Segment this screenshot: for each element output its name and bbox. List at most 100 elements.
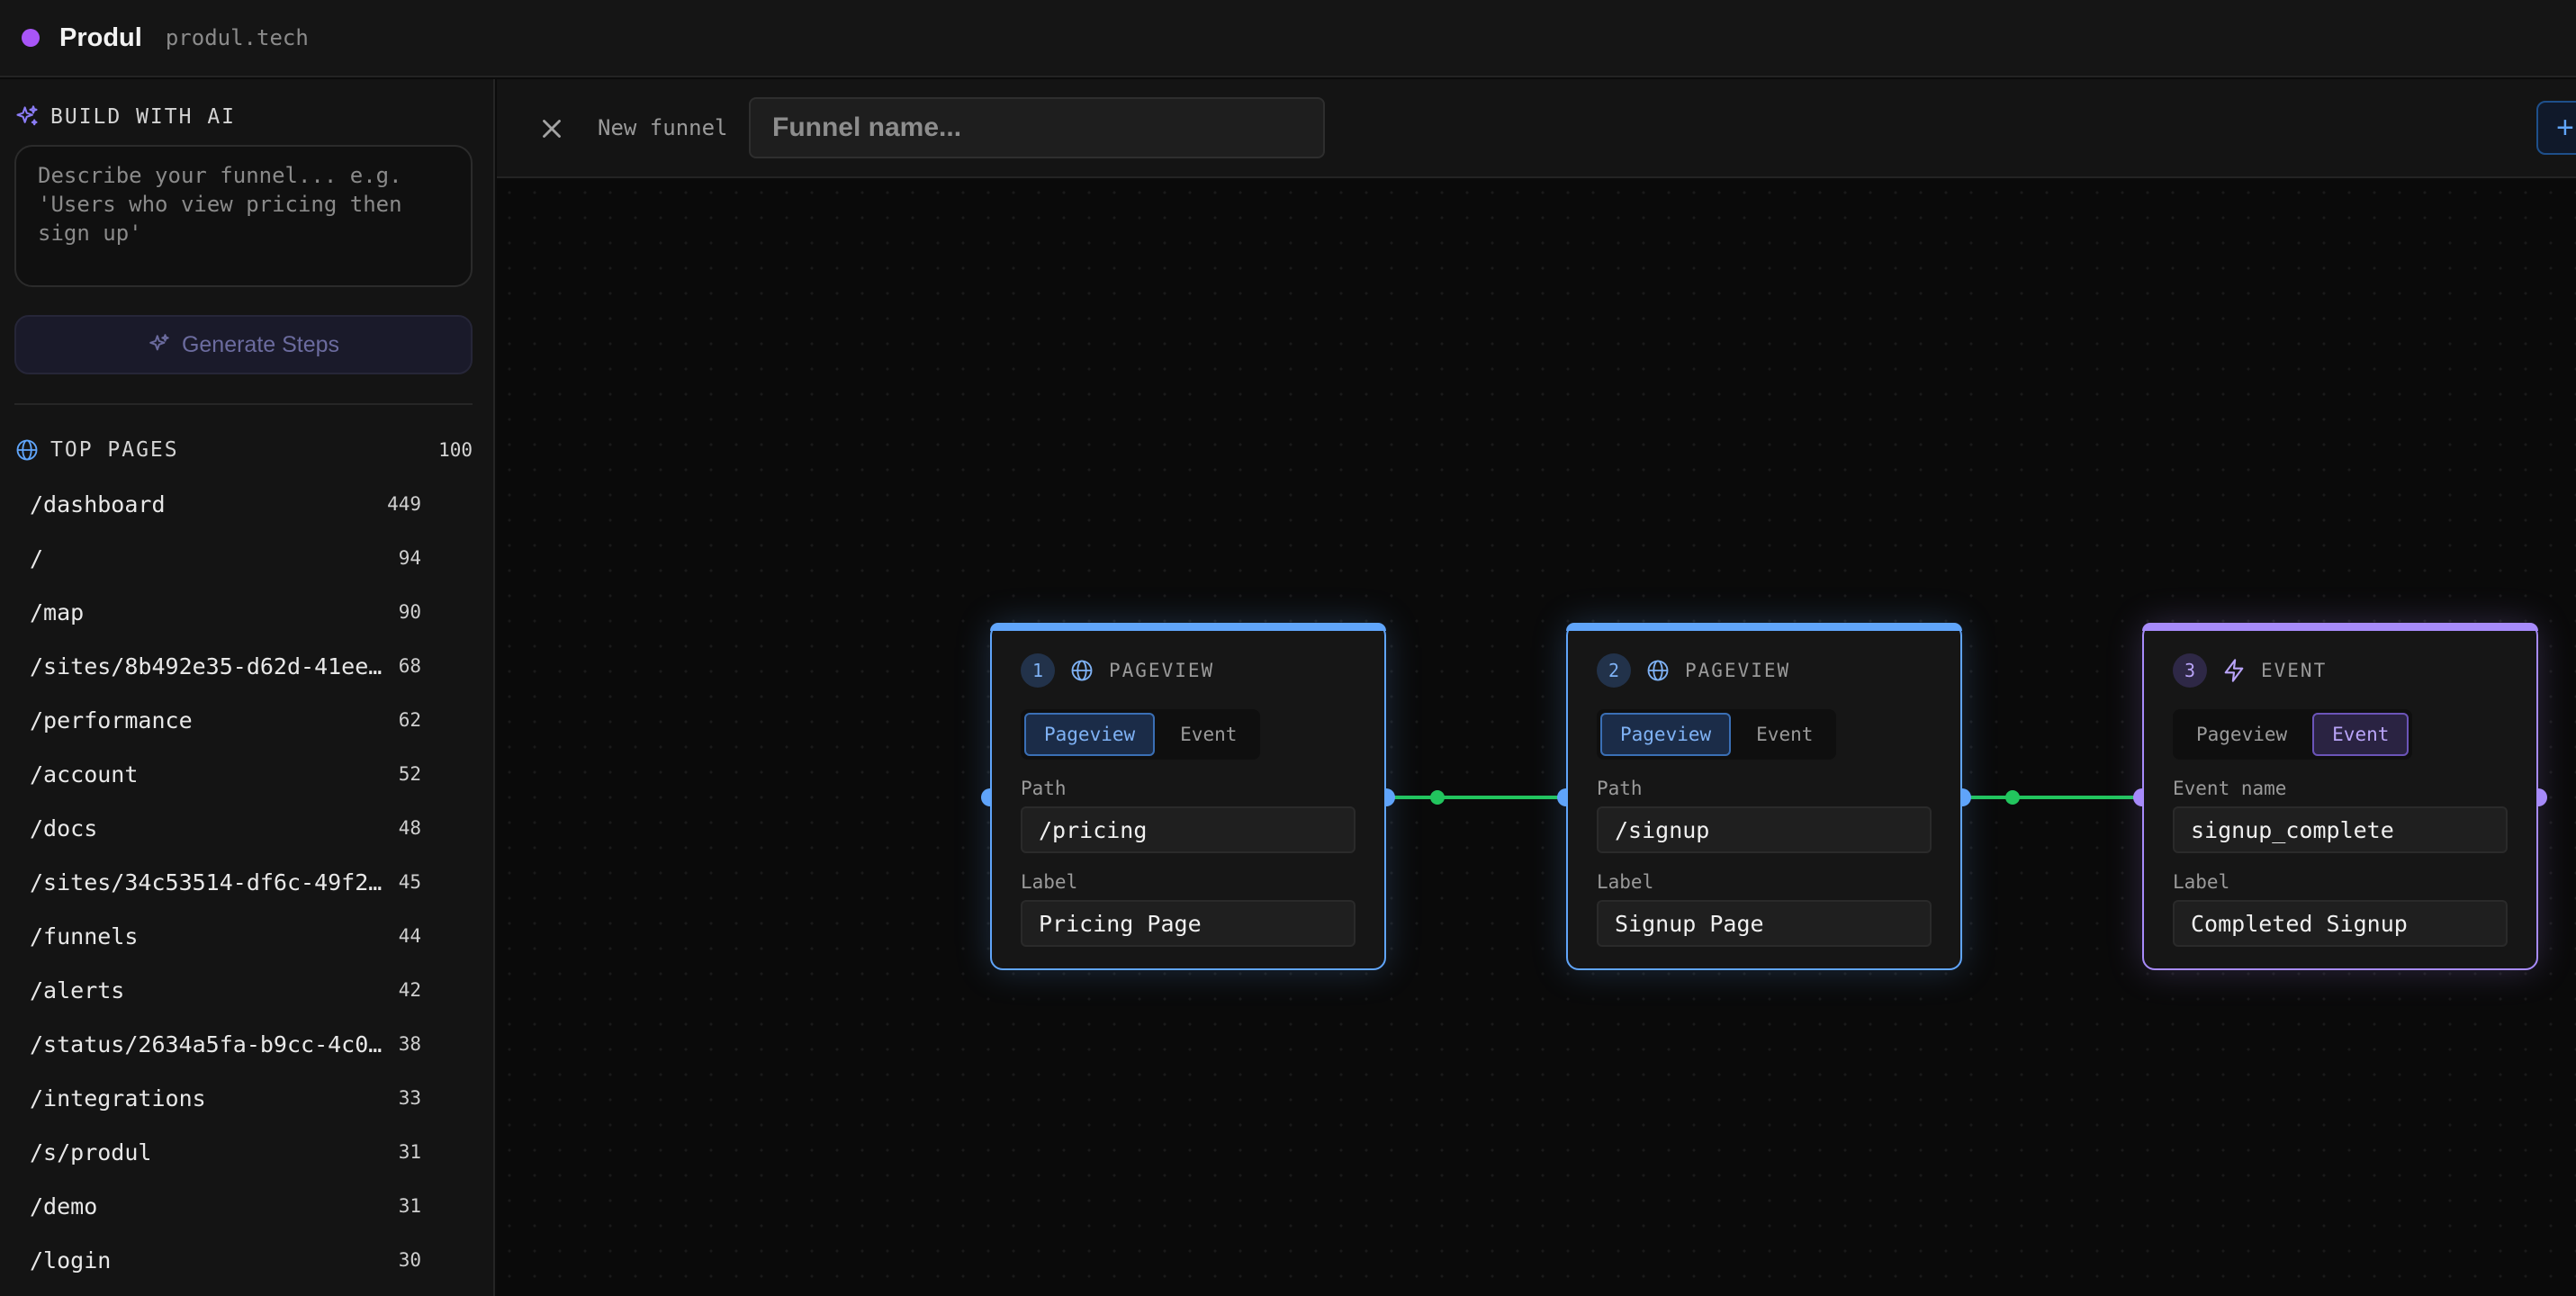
pageview-tab[interactable]: Pageview [1600,713,1732,756]
ai-prompt-textarea[interactable]: Describe your funnel... e.g. 'Users who … [14,145,473,287]
top-pages-title: TOP PAGES [50,438,179,462]
page-list-item[interactable]: / 94 [0,531,495,585]
sidebar-divider [14,403,473,405]
page-path: /docs [30,814,98,842]
step-number-badge: 3 [2173,653,2207,688]
connector-midpoint[interactable] [1430,790,1445,805]
page-path: /funnels [30,922,139,950]
build-with-ai-header: BUILD WITH AI [14,104,236,130]
page-count: 44 [398,925,421,947]
page-count: 94 [398,547,421,569]
page-path: /dashboard [30,490,166,518]
page-count: 449 [387,493,421,515]
label-input[interactable]: Pricing Page [1021,900,1356,947]
generate-steps-label: Generate Steps [181,331,340,357]
label-input[interactable]: Signup Page [1597,900,1932,947]
page-path: /map [30,598,85,626]
label-input[interactable]: Completed Signup [2173,900,2508,947]
funnel-name-input[interactable] [749,97,1325,158]
page-list-item[interactable]: /status/2634a5fa-b9cc-4c01… 38 [0,1017,495,1071]
page-path: /integrations [30,1084,206,1112]
add-step-button[interactable]: + [2536,101,2576,155]
node-header: 1 PAGEVIEW [1021,653,1356,688]
brand-logo-dot [22,29,40,47]
node-header: 2 PAGEVIEW [1597,653,1932,688]
page-list-item[interactable]: /account 52 [0,747,495,801]
sidebar: BUILD WITH AI Describe your funnel... e.… [0,79,495,1296]
page-list-item[interactable]: /performance 62 [0,693,495,747]
field-label: Label [2173,871,2230,893]
globe-icon [1071,660,1093,681]
funnel-step-node[interactable]: 1 PAGEVIEW Pageview Event Path /pricing … [990,623,1386,970]
page-path: /status/2634a5fa-b9cc-4c01… [30,1030,385,1058]
step-number-badge: 2 [1597,653,1631,688]
pageview-tab[interactable]: Pageview [1024,713,1156,756]
page-list-item[interactable]: /funnels 44 [0,909,495,963]
close-icon[interactable] [536,113,567,144]
brand-name[interactable]: Produl [59,23,142,53]
step-type-toggle: Pageview Event [1021,709,1261,760]
funnel-editor-header: New funnel + [497,79,2576,178]
page-path: /demo [30,1192,98,1220]
node-header: 3 EVENT [2173,653,2508,688]
page-list-item[interactable]: /docs 48 [0,801,495,855]
pageview-tab[interactable]: Pageview [2176,713,2307,756]
globe-icon [1647,660,1669,681]
event-tab[interactable]: Event [1736,713,1833,756]
field-label: Event name [2173,778,2287,799]
page-path: /account [30,760,139,788]
event-tab[interactable]: Event [1160,713,1256,756]
page-count: 45 [398,871,421,893]
step-type-toggle: Pageview Event [1597,709,1837,760]
page-list-item[interactable]: /s/produl 31 [0,1125,495,1179]
page-count: 62 [398,709,421,731]
build-with-ai-title: BUILD WITH AI [50,105,237,129]
step-type-label: PAGEVIEW [1685,660,1791,681]
page-count: 48 [398,817,421,839]
page-path: /alerts [30,976,125,1004]
page-list-item[interactable]: /demo 31 [0,1179,495,1233]
funnel-step-node[interactable]: 2 PAGEVIEW Pageview Event Path /signup L… [1566,623,1962,970]
field-label: Path [1021,778,1067,799]
sparkles-icon [16,105,38,126]
event-tab[interactable]: Event [2312,713,2409,756]
page-count: 31 [398,1195,421,1217]
step-type-label: PAGEVIEW [1109,660,1215,681]
page-list-item[interactable]: /login 30 [0,1233,495,1287]
page-count: 68 [398,655,421,677]
connector-midpoint[interactable] [2005,790,2020,805]
page-list-item[interactable]: /alerts 42 [0,963,495,1017]
page-list-item[interactable]: /sites/34c53514-df6c-49f2-… 45 [0,855,495,909]
lightning-icon [2224,659,2244,682]
page-list-item[interactable]: /sites/8b492e35-d62d-41ee-… 68 [0,639,495,693]
page-list-item[interactable]: /integrations 33 [0,1071,495,1125]
path-input[interactable]: /pricing [1021,806,1356,853]
page-count: 31 [398,1141,421,1163]
funnel-canvas[interactable]: 1 PAGEVIEW Pageview Event Path /pricing … [497,180,2576,1296]
generate-steps-button[interactable]: Generate Steps [14,315,473,374]
page-path: /sites/34c53514-df6c-49f2-… [30,868,385,896]
page-path: /sites/8b492e35-d62d-41ee-… [30,652,385,680]
funnel-step-node[interactable]: 3 EVENT Pageview Event Event name signup… [2142,623,2538,970]
page-path: /performance [30,706,193,734]
brand-domain: produl.tech [165,25,309,50]
path-input[interactable]: /signup [1597,806,1932,853]
event-name-input[interactable]: signup_complete [2173,806,2508,853]
top-pages-list: /dashboard 449 / 94 /map 90 /sites/8b492e35… [0,477,495,1287]
step-type-toggle: Pageview Event [2173,709,2413,760]
field-label: Label [1597,871,1654,893]
page-list-item[interactable]: /map 90 [0,585,495,639]
page-count: 52 [398,763,421,785]
page-list-item[interactable]: /dashboard 449 [0,477,495,531]
page-path: /s/produl [30,1138,152,1166]
field-label: Path [1597,778,1643,799]
page-path: / [30,544,44,572]
top-pages-count: 100 [438,439,473,461]
page-count: 42 [398,979,421,1001]
page-count: 30 [398,1249,421,1271]
page-count: 38 [398,1033,421,1055]
page-count: 90 [398,601,421,623]
step-number-badge: 1 [1021,653,1055,688]
globe-icon [16,439,38,461]
sparkles-icon [149,334,169,351]
